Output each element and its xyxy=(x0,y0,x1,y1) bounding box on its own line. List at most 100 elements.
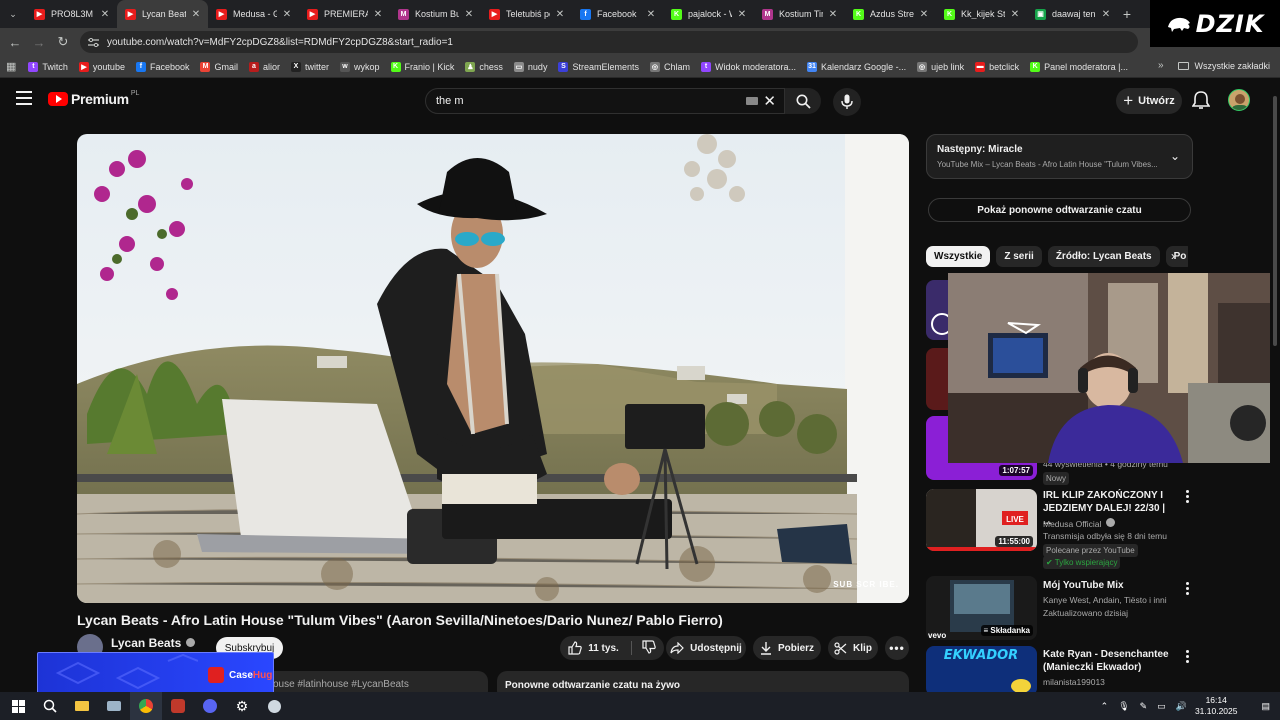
bookmark-item[interactable]: ▭ nudy xyxy=(513,61,547,72)
subscribe-watermark[interactable]: SUB SCR IBE. xyxy=(833,580,899,589)
site-info-icon[interactable] xyxy=(88,37,99,47)
search-button[interactable] xyxy=(785,88,821,114)
voice-search-button[interactable] xyxy=(833,88,861,116)
pen-icon[interactable]: ✎ xyxy=(1140,701,1148,712)
rec-channel-3[interactable]: Kanye West, Andain, Tiësto i inni xyxy=(1043,595,1167,605)
chip-source[interactable]: Źródło: Lycan Beats xyxy=(1047,246,1160,267)
browser-tab[interactable]: f Facebook ✕ xyxy=(572,0,663,28)
file-explorer-icon[interactable] xyxy=(66,692,98,720)
settings-gear-icon[interactable]: ⚙ xyxy=(226,692,258,720)
page-scrollbar[interactable] xyxy=(1270,80,1280,692)
bookmark-item[interactable]: ◎ Chlam xyxy=(649,61,690,72)
bookmark-item[interactable]: ◎ ujeb link xyxy=(917,61,964,72)
rec-title-3[interactable]: Mój YouTube Mix xyxy=(1043,579,1169,592)
more-vert-icon[interactable] xyxy=(1186,582,1190,596)
channel-name[interactable]: Lycan Beats xyxy=(111,636,196,650)
rec-thumbnail-2[interactable]: LIVE 11:55:00 xyxy=(926,489,1037,551)
app-pinned-icon-2[interactable] xyxy=(162,692,194,720)
app-pinned-icon-4[interactable] xyxy=(258,692,290,720)
bookmark-item[interactable]: ▬ betclick xyxy=(975,61,1019,72)
more-actions-button[interactable]: ••• xyxy=(885,636,909,660)
chip-series[interactable]: Z serii xyxy=(996,246,1042,267)
clear-search-icon[interactable]: ✕ xyxy=(763,92,776,110)
all-bookmarks-folder[interactable]: Wszystkie zakładki xyxy=(1178,61,1270,71)
browser-tab[interactable]: K Azdus Strea ✕ xyxy=(845,0,936,28)
chip-more[interactable]: Po xyxy=(1165,246,1188,267)
search-icon[interactable] xyxy=(34,692,66,720)
video-player[interactable]: SUB SCR IBE. xyxy=(77,134,909,603)
tab-close-icon[interactable]: ✕ xyxy=(918,9,930,20)
tab-search-button[interactable]: ⌄ xyxy=(0,0,26,28)
browser-tab[interactable]: ▶ PRO8L3M - ✕ xyxy=(26,0,117,28)
bookmark-item[interactable]: K Franio | Kick xyxy=(390,61,454,72)
tab-close-icon[interactable]: ✕ xyxy=(99,9,111,20)
bookmark-item[interactable]: t Widok moderatora... xyxy=(701,61,796,72)
apps-grid-icon[interactable]: ▦ xyxy=(6,60,16,73)
tab-close-icon[interactable]: ✕ xyxy=(281,9,293,20)
microphone-icon[interactable]: 🎙 xyxy=(1118,701,1129,712)
notifications-bell-icon[interactable] xyxy=(1192,90,1210,110)
bookmark-item[interactable]: t Twitch xyxy=(28,61,68,72)
chevron-down-icon[interactable]: ⌄ xyxy=(1170,149,1180,163)
chip-all[interactable]: Wszystkie xyxy=(926,246,991,267)
bookmark-item[interactable]: a alior xyxy=(249,61,280,72)
network-icon[interactable]: ▭ xyxy=(1157,701,1166,712)
share-button[interactable]: Udostępnij xyxy=(666,636,746,660)
browser-tab[interactable]: ▶ PREMIERA G ✕ xyxy=(299,0,390,28)
chrome-icon[interactable] xyxy=(130,692,162,720)
bookmark-item[interactable]: ▶ youtube xyxy=(78,61,125,72)
like-button[interactable]: 11 tys. xyxy=(568,641,619,655)
start-windows-icon[interactable] xyxy=(2,692,34,720)
reload-button[interactable]: ↻ xyxy=(51,30,75,54)
tab-close-icon[interactable]: ✕ xyxy=(645,9,657,20)
app-pinned-icon-1[interactable] xyxy=(98,692,130,720)
rec-channel-2[interactable]: Medusa Official xyxy=(1043,518,1116,529)
bookmark-item[interactable]: K Panel moderatora |... xyxy=(1030,61,1128,72)
bookmark-item[interactable]: 31 Kalendarz Google -... xyxy=(807,61,906,72)
tab-close-icon[interactable]: ✕ xyxy=(463,9,475,20)
bookmark-item[interactable]: f Facebook xyxy=(135,61,189,72)
app-pinned-icon-3[interactable] xyxy=(194,692,226,720)
tab-close-icon[interactable]: ✕ xyxy=(1009,9,1021,20)
playlist-next-panel[interactable]: Następny: Miracle YouTube Mix – Lycan Be… xyxy=(926,134,1193,179)
show-chat-replay-button[interactable]: Pokaż ponowne odtwarzanie czatu xyxy=(928,198,1191,222)
volume-icon[interactable]: 🔊 xyxy=(1176,701,1187,712)
back-button[interactable]: ← xyxy=(3,30,27,54)
rec-thumbnail-4[interactable]: EKWADOR xyxy=(926,646,1037,696)
rec-channel-4[interactable]: milanista199013 xyxy=(1043,677,1105,687)
browser-tab[interactable]: M Kostium Tini ✕ xyxy=(754,0,845,28)
clip-button[interactable]: Klip xyxy=(828,636,878,660)
rec-thumbnail-3[interactable]: vevo ≡ Składanka xyxy=(926,576,1037,640)
more-bookmarks-icon[interactable]: » xyxy=(1158,60,1164,71)
tab-close-icon[interactable]: ✕ xyxy=(736,9,748,20)
youtube-premium-logo[interactable]: Premium PL xyxy=(48,90,139,107)
keyboard-icon[interactable] xyxy=(746,97,758,105)
system-clock[interactable]: 16:14 31.10.2025 xyxy=(1195,695,1238,717)
tab-close-icon[interactable]: ✕ xyxy=(372,9,384,20)
forward-button[interactable]: → xyxy=(27,30,51,54)
tab-close-icon[interactable]: ✕ xyxy=(827,9,839,20)
tab-close-icon[interactable]: ✕ xyxy=(1100,9,1112,20)
browser-tab[interactable]: ▶ Teletubiś pe ✕ xyxy=(481,0,572,28)
tab-close-icon[interactable]: ✕ xyxy=(554,9,566,20)
more-vert-icon[interactable] xyxy=(1186,650,1190,664)
address-bar[interactable]: youtube.com/watch?v=MdFY2cpDGZ8&list=RDM… xyxy=(80,31,1138,53)
more-vert-icon[interactable] xyxy=(1186,490,1190,504)
bookmark-item[interactable]: M Gmail xyxy=(200,61,238,72)
notifications-icon[interactable]: ▤ xyxy=(1261,701,1270,712)
bookmark-item[interactable]: S StreamElements xyxy=(558,61,639,72)
new-tab-button[interactable]: + xyxy=(1118,6,1136,22)
browser-tab[interactable]: K Kk_kijek Stre ✕ xyxy=(936,0,1027,28)
browser-tab[interactable]: ▣ daawaj ten s ✕ xyxy=(1027,0,1118,28)
rec-title-4[interactable]: Kate Ryan - Desenchantee (Manieczki Ekwa… xyxy=(1043,648,1169,674)
bookmark-item[interactable]: ♟ chess xyxy=(465,61,503,72)
browser-tab[interactable]: ▶ Medusa - Gl ✕ xyxy=(208,0,299,28)
tray-chevron-up-icon[interactable]: ⌃ xyxy=(1101,701,1109,712)
browser-tab[interactable]: M Kostium Butt ✕ xyxy=(390,0,481,28)
menu-icon[interactable] xyxy=(16,91,32,105)
tab-close-icon[interactable]: ✕ xyxy=(190,9,202,20)
dislike-button[interactable] xyxy=(642,639,656,657)
download-button[interactable]: Pobierz xyxy=(753,636,821,660)
browser-tab[interactable]: Kpajalock - W ✕ xyxy=(663,0,754,28)
browser-tab[interactable]: ▶ Lycan Beats ✕ xyxy=(117,0,208,28)
